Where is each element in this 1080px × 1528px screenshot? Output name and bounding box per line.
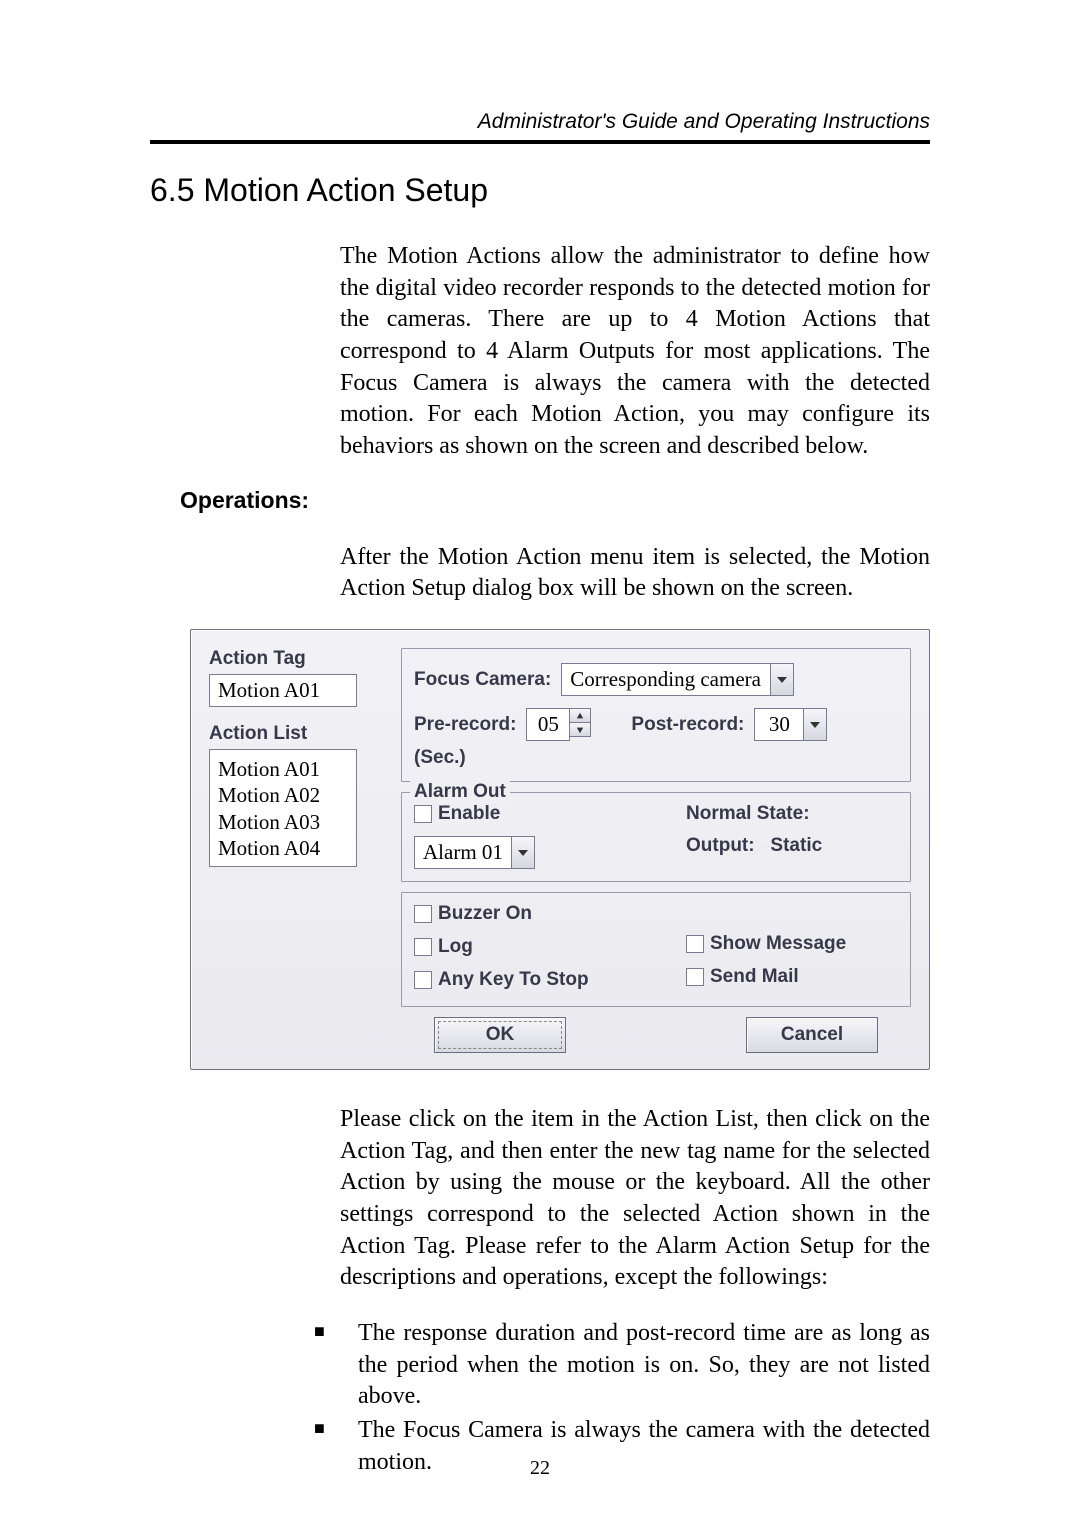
notes-list: The response duration and post-record ti… [314,1318,930,1478]
enable-label: Enable [438,803,500,825]
cancel-button[interactable]: Cancel [746,1017,878,1053]
operations-heading: Operations: [180,487,930,514]
alarm-out-group: Alarm Out Enable Alarm 01 Normal State: [401,792,911,882]
page-number: 22 [0,1457,1080,1480]
post-record-select[interactable]: 30 [754,708,827,741]
alarm-select-value: Alarm 01 [414,836,512,869]
sendmail-label: Send Mail [710,966,799,988]
list-item[interactable]: Motion A03 [218,809,348,835]
spin-up-icon[interactable] [569,708,591,723]
buzzer-label: Buzzer On [438,903,532,925]
checkbox-icon [686,968,704,986]
anykey-checkbox[interactable]: Any Key To Stop [414,969,589,991]
log-checkbox[interactable]: Log [414,936,473,958]
camera-record-group: Focus Camera: Corresponding camera Pre-r… [401,648,911,782]
after-dialog-paragraph: Please click on the item in the Action L… [340,1104,930,1294]
action-tag-input[interactable]: Motion A01 [209,674,357,707]
ok-button[interactable]: OK [434,1017,566,1053]
checkbox-icon [414,938,432,956]
alarm-select[interactable]: Alarm 01 [414,836,535,869]
enable-checkbox[interactable]: Enable [414,803,500,825]
output-label: Output: [686,835,755,856]
focus-camera-label: Focus Camera: [414,669,551,691]
section-heading: 6.5 Motion Action Setup [150,172,930,209]
checkbox-icon [414,805,432,823]
chevron-down-icon[interactable] [770,663,794,696]
running-header: Administrator's Guide and Operating Inst… [150,110,930,134]
list-item: The response duration and post-record ti… [314,1318,930,1413]
seconds-label: (Sec.) [414,747,898,769]
action-list-label: Action List [209,723,379,745]
normal-state-label: Normal State: [686,803,898,825]
operations-intro: After the Motion Action menu item is sel… [340,542,930,605]
checkbox-icon [414,971,432,989]
buzzer-checkbox[interactable]: Buzzer On [414,903,532,925]
showmsg-checkbox[interactable]: Show Message [686,933,846,955]
list-item[interactable]: Motion A02 [218,782,348,808]
post-record-label: Post-record: [631,714,744,736]
pre-record-label: Pre-record: [414,714,516,736]
anykey-label: Any Key To Stop [438,969,589,991]
post-record-value: 30 [754,708,804,741]
checkbox-icon [414,905,432,923]
chevron-down-icon[interactable] [803,708,827,741]
focus-camera-select[interactable]: Corresponding camera [561,663,794,696]
motion-action-dialog: Action Tag Motion A01 Action List Motion… [190,629,930,1070]
intro-paragraph: The Motion Actions allow the administrat… [340,241,930,463]
action-list[interactable]: Motion A01 Motion A02 Motion A03 Motion … [209,749,357,867]
pre-record-spinner[interactable]: 05 [526,708,591,741]
list-item[interactable]: Motion A04 [218,835,348,861]
log-label: Log [438,936,473,958]
spin-down-icon[interactable] [569,722,591,737]
chevron-down-icon[interactable] [511,836,535,869]
list-item[interactable]: Motion A01 [218,756,348,782]
sendmail-checkbox[interactable]: Send Mail [686,966,799,988]
output-row: Output: Static [686,835,898,857]
focus-camera-value: Corresponding camera [561,663,771,696]
options-group: Buzzer On Log Any Key To Stop Show Messa… [401,892,911,1007]
checkbox-icon [686,935,704,953]
alarm-out-title: Alarm Out [410,781,510,803]
output-value: Static [770,835,822,856]
header-rule [150,140,930,144]
showmsg-label: Show Message [710,933,846,955]
pre-record-value: 05 [526,708,570,741]
action-tag-label: Action Tag [209,648,379,670]
